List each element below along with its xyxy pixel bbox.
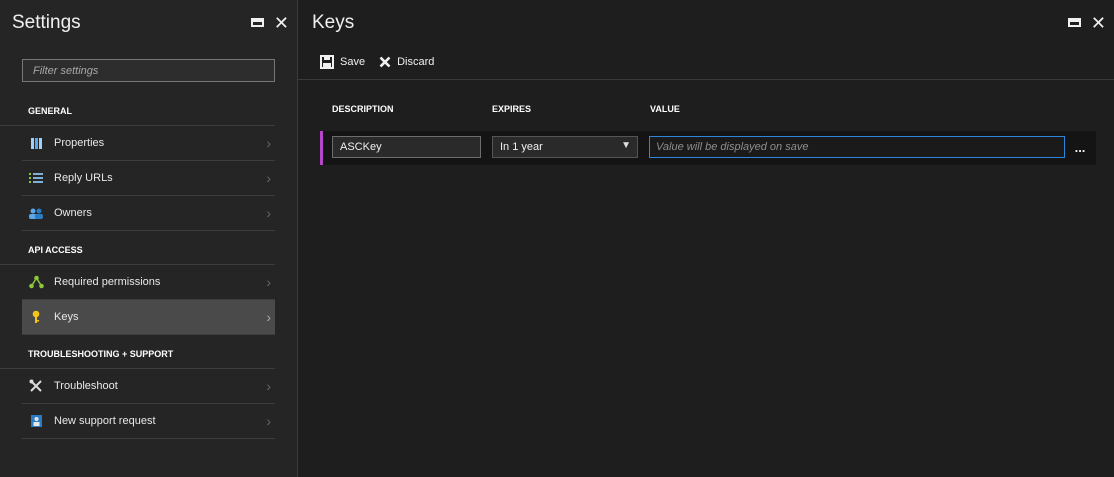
discard-label: Discard bbox=[397, 56, 435, 68]
support-icon bbox=[28, 413, 44, 429]
chevron-right-icon: › bbox=[266, 309, 271, 325]
maximize-button[interactable] bbox=[250, 18, 264, 27]
sidebar-item-keys[interactable]: Keys › bbox=[22, 300, 275, 335]
chevron-right-icon: › bbox=[266, 413, 271, 429]
save-button[interactable]: Save bbox=[320, 55, 365, 69]
filter-settings-input[interactable] bbox=[22, 59, 275, 82]
keys-blade: Keys ✕ Save Discard DESCRIPTION EXPIRES … bbox=[298, 0, 1114, 477]
key-icon bbox=[28, 309, 44, 325]
sidebar-item-troubleshoot[interactable]: Troubleshoot › bbox=[22, 369, 275, 404]
value-input[interactable] bbox=[649, 136, 1065, 158]
save-icon bbox=[320, 55, 334, 69]
maximize-icon bbox=[250, 18, 264, 27]
owners-icon bbox=[28, 205, 44, 221]
filter-wrapper bbox=[0, 45, 297, 92]
keys-toolbar: Save Discard bbox=[298, 45, 1114, 80]
chevron-right-icon: › bbox=[266, 378, 271, 394]
key-row: In 1 year ▼ ... bbox=[320, 131, 1096, 165]
column-header-expires: EXPIRES bbox=[492, 104, 532, 114]
tools-icon bbox=[28, 378, 44, 394]
chevron-right-icon: › bbox=[266, 205, 271, 221]
sidebar-item-label: Properties bbox=[54, 137, 105, 149]
close-button[interactable]: ✕ bbox=[1091, 14, 1106, 32]
sidebar-item-required-permissions[interactable]: Required permissions › bbox=[22, 265, 275, 300]
sidebar-item-owners[interactable]: Owners › bbox=[22, 196, 275, 231]
discard-icon bbox=[379, 56, 391, 68]
list-icon bbox=[28, 170, 44, 186]
sidebar-item-label: Troubleshoot bbox=[54, 380, 118, 392]
maximize-icon bbox=[1067, 18, 1081, 27]
chevron-right-icon: › bbox=[266, 135, 271, 151]
description-input[interactable] bbox=[332, 136, 481, 158]
keys-window-controls: ✕ bbox=[1067, 14, 1106, 32]
settings-blade: Settings ✕ GENERAL Properties › Reply UR… bbox=[0, 0, 298, 477]
section-title-api-access: API ACCESS bbox=[0, 231, 275, 265]
chevron-right-icon: › bbox=[266, 274, 271, 290]
sidebar-item-properties[interactable]: Properties › bbox=[22, 126, 275, 161]
expires-value: In 1 year bbox=[500, 141, 543, 153]
chevron-down-icon: ▼ bbox=[621, 140, 631, 151]
save-label: Save bbox=[340, 56, 366, 68]
sidebar-item-reply-urls[interactable]: Reply URLs › bbox=[22, 161, 275, 196]
keys-header: Keys ✕ bbox=[298, 0, 1114, 45]
sidebar-item-label: Owners bbox=[54, 207, 92, 219]
close-icon: ✕ bbox=[1090, 12, 1106, 33]
settings-header: Settings ✕ bbox=[0, 0, 297, 45]
more-options-button[interactable]: ... bbox=[1069, 136, 1091, 158]
expires-dropdown[interactable]: In 1 year ▼ bbox=[492, 136, 638, 158]
section-title-troubleshooting: TROUBLESHOOTING + SUPPORT bbox=[0, 335, 275, 369]
sidebar-item-label: Keys bbox=[54, 311, 79, 323]
close-button[interactable]: ✕ bbox=[274, 14, 289, 32]
discard-button[interactable]: Discard bbox=[379, 56, 434, 68]
settings-window-controls: ✕ bbox=[250, 14, 289, 32]
sidebar-item-new-support-request[interactable]: New support request › bbox=[22, 404, 275, 439]
sidebar-item-label: Required permissions bbox=[54, 276, 161, 288]
chevron-right-icon: › bbox=[266, 170, 271, 186]
column-header-value: VALUE bbox=[650, 104, 680, 114]
sidebar-item-label: Reply URLs bbox=[54, 172, 113, 184]
sidebar-item-label: New support request bbox=[54, 415, 156, 427]
permissions-icon bbox=[28, 274, 44, 290]
section-title-general: GENERAL bbox=[0, 92, 275, 126]
settings-title: Settings bbox=[12, 11, 81, 33]
maximize-button[interactable] bbox=[1067, 18, 1081, 27]
close-icon: ✕ bbox=[273, 12, 289, 33]
column-header-description: DESCRIPTION bbox=[332, 104, 394, 114]
properties-icon bbox=[28, 135, 44, 151]
keys-title: Keys bbox=[312, 11, 355, 33]
